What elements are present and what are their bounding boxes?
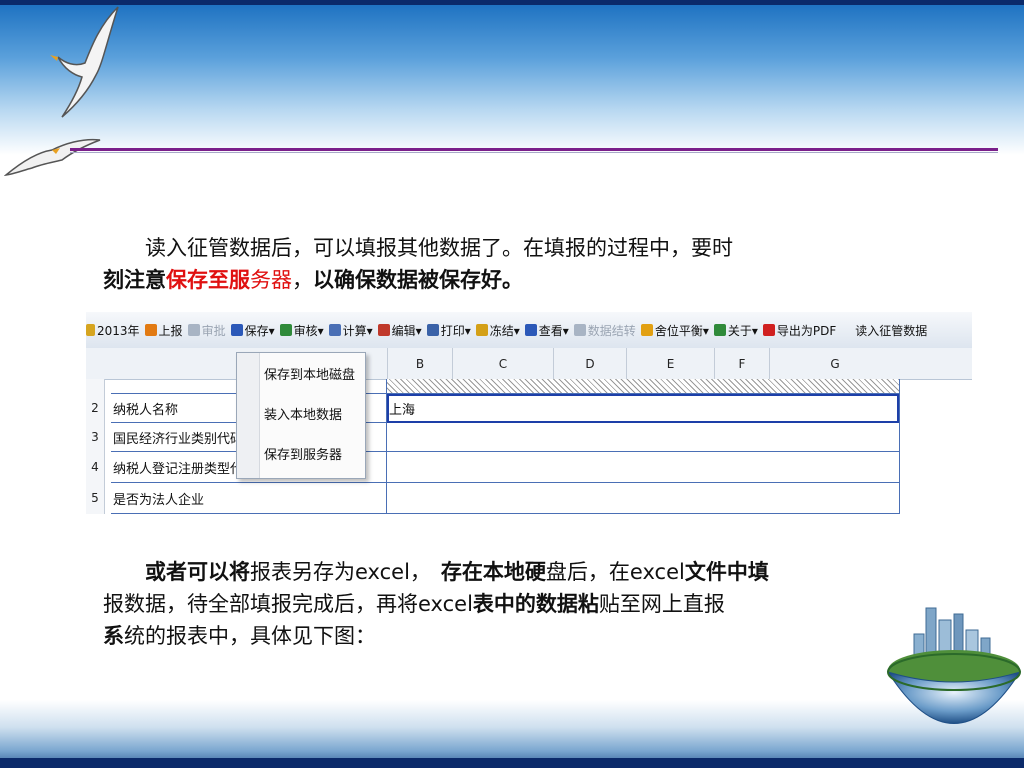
column-header[interactable]: D: [553, 348, 626, 379]
lock-icon: [475, 324, 488, 336]
view-icon: [524, 324, 537, 336]
text: 盘后，在: [545, 560, 630, 584]
text: 贴至网上直报: [598, 592, 725, 616]
text: ，: [292, 268, 313, 292]
seagull-icon: [50, 6, 119, 118]
table-cell-selected[interactable]: 上海: [387, 394, 899, 423]
text-bold: 存在本地硬: [440, 560, 546, 584]
table-cell[interactable]: 是否为法人企业: [111, 483, 387, 514]
toolbar-item-calc[interactable]: 计算▾: [328, 322, 373, 339]
report-app-screenshot: 2013年 上报 审批 保存▾ 审核▾ 计算▾ 编辑▾ 打印▾ 冻结▾ 查看▾ …: [86, 312, 972, 514]
app-toolbar: 2013年 上报 审批 保存▾ 审核▾ 计算▾ 编辑▾ 打印▾ 冻结▾ 查看▾ …: [86, 312, 972, 349]
edit-icon: [377, 324, 390, 336]
table-cell[interactable]: [387, 423, 899, 452]
row-number: 3: [86, 423, 105, 453]
toolbar-item-transfer[interactable]: 数据结转: [573, 322, 636, 339]
audit-icon: [279, 324, 292, 336]
form-icon: [86, 324, 95, 336]
row-number: 5: [86, 483, 105, 514]
column-header[interactable]: G: [769, 348, 900, 379]
toolbar-item-export-pdf[interactable]: 导出为PDF: [762, 322, 836, 339]
toolbar-item-edit[interactable]: 编辑▾: [377, 322, 422, 339]
toolbar-item-freeze[interactable]: 冻结▾: [475, 322, 520, 339]
toolbar-item-audit[interactable]: 审核▾: [279, 322, 324, 339]
text: excel，: [355, 560, 431, 584]
menu-item-save-local[interactable]: 保存到本地磁盘: [264, 363, 355, 383]
text: excel: [629, 560, 685, 584]
title-divider-shadow: [70, 152, 998, 153]
menu-item-load-local[interactable]: 装入本地数据: [264, 403, 342, 423]
text-red: 务器: [250, 268, 292, 292]
table-cell[interactable]: [387, 452, 899, 483]
column-header[interactable]: C: [452, 348, 553, 379]
toolbar-item-balance[interactable]: 舍位平衡▾: [640, 322, 709, 339]
text-bold: 系: [103, 624, 124, 648]
save-dropdown-menu: 保存到本地磁盘 装入本地数据 保存到服务器: [236, 352, 366, 479]
table-cell[interactable]: [387, 483, 899, 514]
globe-city-icon: [886, 607, 1022, 724]
seagull-icon: [4, 138, 101, 177]
pdf-icon: [762, 324, 775, 336]
toolbar-item-approve[interactable]: 审批: [187, 322, 226, 339]
row-number: [86, 379, 105, 395]
title-divider: [70, 148, 998, 151]
approve-icon: [187, 324, 200, 336]
text-bold: 以确保数据被保存好。: [313, 268, 523, 292]
grid-border: [899, 379, 900, 514]
toolbar-item-year[interactable]: 2013年: [86, 322, 140, 339]
column-header[interactable]: F: [714, 348, 769, 379]
paragraph-1: 读入征管数据后，可以填报其他数据了。在填报的过程中，要时 刻注意保存至服务器，以…: [103, 232, 963, 296]
upload-icon: [144, 324, 157, 336]
transfer-icon: [573, 324, 586, 336]
text: 报表另存为: [250, 560, 355, 584]
row-number: 2: [86, 394, 105, 424]
toolbar-item-read-data[interactable]: 读入征管数据: [855, 322, 927, 339]
text: 报数据，待全部填报完成后，再将: [103, 592, 418, 616]
cell-value: 上海: [389, 403, 416, 418]
toolbar-item-save[interactable]: 保存▾: [230, 322, 275, 339]
text: 读入征管数据后，可以填报其他数据了。在填报的过程中，要时: [145, 236, 733, 260]
column-header[interactable]: E: [626, 348, 714, 379]
about-icon: [713, 324, 726, 336]
text-bold: 或者可以将: [145, 560, 250, 584]
toolbar-item-about[interactable]: 关于▾: [713, 322, 758, 339]
text-bold: 文件中填: [684, 560, 769, 584]
paragraph-2: 或者可以将报表另存为excel， 存在本地硬盘后，在excel文件中填 报数据，待…: [103, 556, 963, 652]
table-cell[interactable]: [387, 379, 899, 394]
balance-icon: [640, 324, 653, 336]
text: 统的报表中，具体见下图：: [124, 624, 376, 648]
text: excel: [418, 592, 473, 616]
bottom-border: [0, 758, 1024, 768]
save-icon: [230, 324, 243, 336]
sky-background: [0, 5, 1024, 155]
calc-icon: [328, 324, 341, 336]
toolbar-item-print[interactable]: 打印▾: [426, 322, 471, 339]
toolbar-item-upload[interactable]: 上报: [144, 322, 183, 339]
print-icon: [426, 324, 439, 336]
text-bold: 表中的数据粘: [472, 592, 599, 616]
text-bold: 刻注意: [103, 268, 166, 292]
column-header[interactable]: B: [387, 348, 452, 379]
toolbar-item-view[interactable]: 查看▾: [524, 322, 569, 339]
menu-item-save-server[interactable]: 保存到服务器: [264, 443, 342, 463]
text-red-bold: 保存至服: [166, 268, 250, 292]
row-number: 4: [86, 452, 105, 484]
menu-icon-strip: [237, 353, 260, 478]
